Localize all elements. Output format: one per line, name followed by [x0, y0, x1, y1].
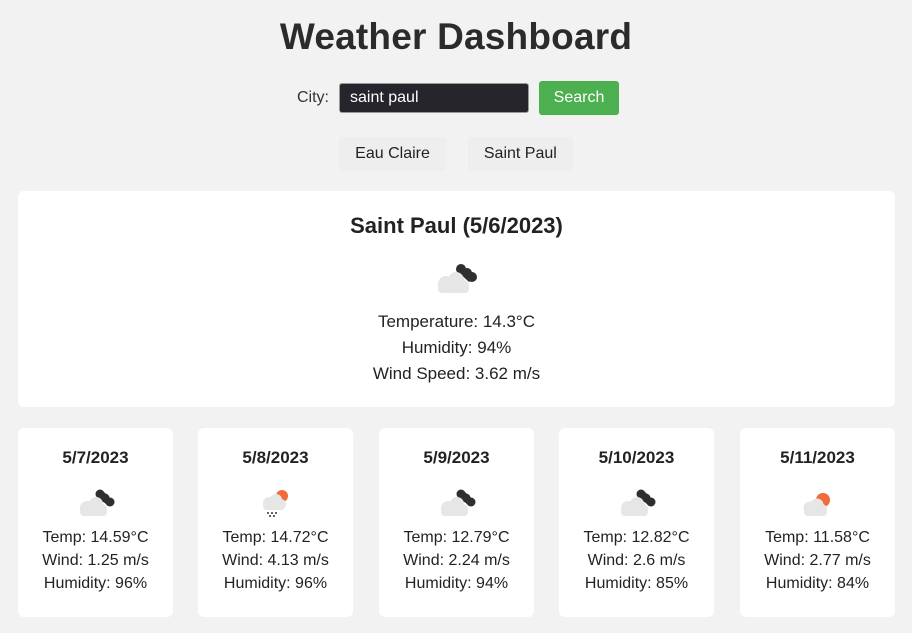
forecast-wind: Wind: 1.25 m/s [42, 552, 149, 569]
broken-clouds-icon [441, 489, 476, 516]
forecast-details: Temp: 12.79°C Wind: 2.24 m/s Humidity: 9… [379, 526, 534, 595]
forecast-card: 5/11/2023 Temp: 11.58°C Wind: 2.77 m/s H… [740, 428, 895, 617]
forecast-wind: Wind: 4.13 m/s [222, 552, 329, 569]
forecast-date: 5/8/2023 [242, 448, 309, 467]
forecast-card: 5/9/2023 Temp: 12.79°C Wind: 2.24 m/s Hu… [379, 428, 534, 617]
forecast-wind: Wind: 2.77 m/s [764, 552, 871, 569]
current-weather-details: Temperature: 14.3°C Humidity: 94% Wind S… [18, 309, 895, 387]
forecast-temp: Temp: 12.82°C [583, 529, 690, 546]
forecast-humidity: Humidity: 96% [223, 575, 328, 592]
weather-dashboard-page: Weather Dashboard City: Search Eau Clair… [0, 0, 912, 633]
forecast-details: Temp: 14.72°C Wind: 4.13 m/s Humidity: 9… [198, 526, 353, 595]
current-weather-heading: Saint Paul (5/6/2023) [350, 213, 563, 238]
forecast-temp: Temp: 14.72°C [222, 529, 329, 546]
forecast-temp: Temp: 12.79°C [403, 529, 510, 546]
current-weather-card: Saint Paul (5/6/2023) Temperature: 14.3°… [18, 191, 895, 407]
forecast-date: 5/11/2023 [780, 448, 855, 467]
city-search-input[interactable] [339, 83, 529, 113]
broken-clouds-icon [80, 489, 115, 516]
forecast-temp: Temp: 11.58°C [765, 529, 870, 546]
broken-clouds-icon [438, 264, 477, 293]
search-button[interactable]: Search [539, 81, 619, 115]
rain-sun-icon [263, 490, 288, 517]
forecast-date: 5/7/2023 [62, 448, 129, 467]
forecast-card: 5/7/2023 Temp: 14.59°C Wind: 1.25 m/s Hu… [18, 428, 173, 617]
forecast-humidity: Humidity: 96% [43, 575, 148, 592]
forecast-wind: Wind: 2.24 m/s [403, 552, 510, 569]
forecast-date: 5/10/2023 [598, 448, 675, 467]
page-title: Weather Dashboard [279, 16, 633, 57]
search-history: Eau Claire Saint Paul [0, 137, 912, 171]
five-day-forecast: 5/7/2023 Temp: 14.59°C Wind: 1.25 m/s Hu… [18, 428, 895, 617]
forecast-temp: Temp: 14.59°C [42, 529, 149, 546]
history-button-saint-paul[interactable]: Saint Paul [467, 137, 573, 171]
forecast-wind: Wind: 2.6 m/s [587, 552, 686, 569]
search-form: City: Search [0, 81, 912, 115]
partly-cloudy-icon [803, 493, 830, 516]
history-button-eau-claire[interactable]: Eau Claire [339, 137, 446, 171]
forecast-humidity: Humidity: 85% [584, 575, 689, 592]
current-temperature: Temperature: 14.3°C [377, 312, 536, 331]
forecast-details: Temp: 11.58°C Wind: 2.77 m/s Humidity: 8… [740, 526, 895, 595]
forecast-details: Temp: 14.59°C Wind: 1.25 m/s Humidity: 9… [18, 526, 173, 595]
forecast-humidity: Humidity: 94% [404, 575, 509, 592]
current-wind-speed: Wind Speed: 3.62 m/s [372, 364, 541, 383]
forecast-date: 5/9/2023 [423, 448, 490, 467]
city-label: City: [297, 89, 329, 106]
forecast-card: 5/10/2023 Temp: 12.82°C Wind: 2.6 m/s Hu… [559, 428, 714, 617]
forecast-details: Temp: 12.82°C Wind: 2.6 m/s Humidity: 85… [559, 526, 714, 595]
forecast-humidity: Humidity: 84% [765, 575, 870, 592]
current-humidity: Humidity: 94% [401, 338, 512, 357]
forecast-card: 5/8/2023 Temp: 14.72°C Wind: 4.13 m/s Hu… [198, 428, 353, 617]
broken-clouds-icon [621, 489, 656, 516]
